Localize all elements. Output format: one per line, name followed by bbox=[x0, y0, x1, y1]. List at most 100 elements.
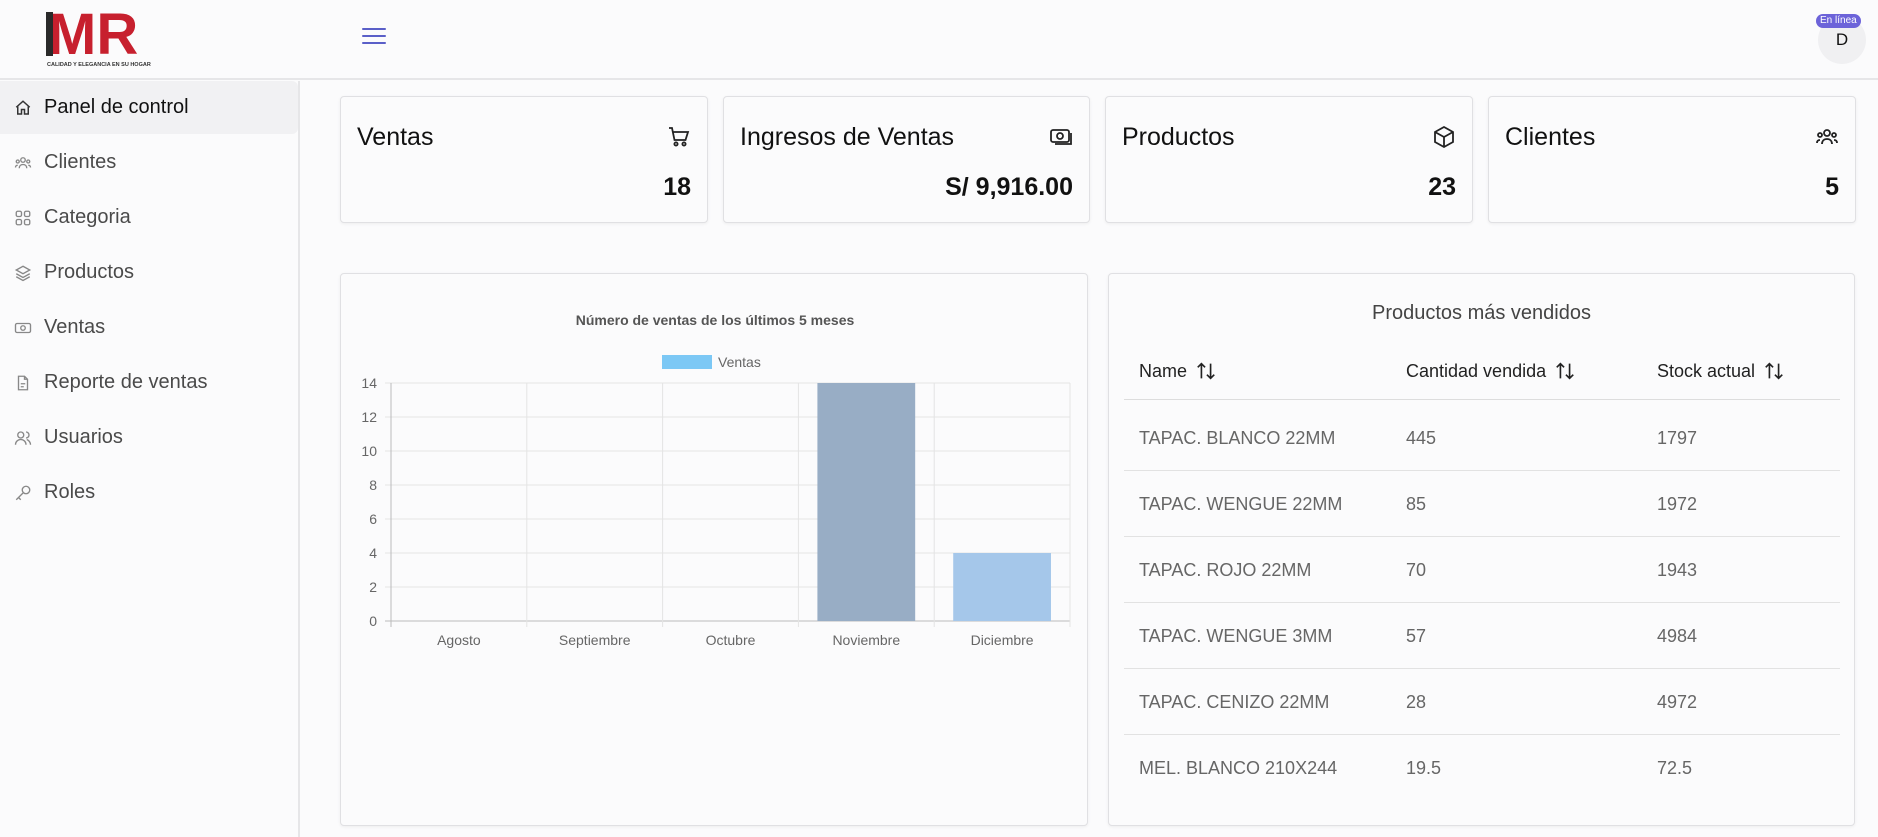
cell-quantity: 70 bbox=[1406, 560, 1427, 580]
chart-bar bbox=[817, 383, 916, 621]
stat-card-clientes: Clientes 5 bbox=[1488, 96, 1856, 223]
users-icon bbox=[14, 429, 32, 447]
sidebar-item-label: Productos bbox=[44, 261, 135, 283]
column-header-name[interactable]: Name bbox=[1139, 360, 1217, 382]
cell-name: TAPAC. BLANCO 22MM bbox=[1139, 428, 1336, 448]
status-badge: En línea bbox=[1816, 14, 1861, 28]
y-tick-label: 8 bbox=[369, 477, 377, 493]
sales-chart-panel: Número de ventas de los últimos 5 meses … bbox=[340, 273, 1088, 826]
chart-y-ticks: 0 2 4 6 8 10 12 14 bbox=[361, 375, 377, 629]
cell-stock: 4984 bbox=[1657, 626, 1698, 646]
cell-name: TAPAC. ROJO 22MM bbox=[1139, 560, 1312, 580]
sidebar-item-reporte-de-ventas[interactable]: Reporte de ventas bbox=[0, 356, 298, 409]
table-row[interactable]: TAPAC. CENIZO 22MM 28 4972 bbox=[1124, 669, 1840, 735]
sidebar: Panel de control Clientes Categoria Prod… bbox=[0, 81, 300, 837]
card-title: Productos bbox=[1122, 123, 1235, 151]
logo-tagline: CALIDAD Y ELEGANCIA EN SU HOGAR bbox=[47, 62, 151, 68]
legend-swatch bbox=[662, 355, 712, 369]
sort-icon bbox=[1765, 362, 1783, 380]
x-tick-label: Octubre bbox=[706, 632, 756, 648]
grid-icon bbox=[14, 209, 32, 227]
sidebar-item-label: Usuarios bbox=[44, 426, 123, 448]
card-value: S/ 9,916.00 bbox=[945, 173, 1073, 201]
y-tick-label: 12 bbox=[361, 409, 377, 425]
column-header-cantidad[interactable]: Cantidad vendida bbox=[1406, 360, 1576, 382]
sidebar-item-categoria[interactable]: Categoria bbox=[0, 191, 298, 244]
money-icon bbox=[1049, 125, 1073, 149]
chart-bar bbox=[953, 553, 1051, 621]
y-tick-label: 2 bbox=[369, 579, 377, 595]
sidebar-item-clientes[interactable]: Clientes bbox=[0, 136, 298, 189]
card-value: 18 bbox=[663, 173, 691, 201]
top-bar: MR CALIDAD Y ELEGANCIA EN SU HOGAR D En … bbox=[0, 0, 1878, 80]
sidebar-item-roles[interactable]: Roles bbox=[0, 466, 298, 519]
cell-quantity: 19.5 bbox=[1406, 758, 1442, 778]
cash-icon bbox=[14, 319, 32, 337]
cell-quantity: 57 bbox=[1406, 626, 1427, 646]
key-icon bbox=[14, 484, 32, 502]
cell-stock: 1943 bbox=[1657, 560, 1698, 580]
sidebar-item-label: Ventas bbox=[44, 316, 106, 338]
cell-quantity: 28 bbox=[1406, 692, 1427, 712]
y-tick-label: 6 bbox=[369, 511, 377, 527]
sidebar-item-productos[interactable]: Productos bbox=[0, 246, 298, 299]
sidebar-item-ventas[interactable]: Ventas bbox=[0, 301, 298, 354]
top-products-panel: Productos más vendidos Name Cantidad ven… bbox=[1108, 273, 1855, 826]
chart-title: Número de ventas de los últimos 5 meses bbox=[576, 312, 855, 328]
card-title: Ventas bbox=[357, 123, 434, 151]
stat-card-productos: Productos 23 bbox=[1105, 96, 1473, 223]
file-report-icon bbox=[14, 374, 32, 392]
cell-name: TAPAC. WENGUE 3MM bbox=[1139, 626, 1333, 646]
brand-logo[interactable]: MR CALIDAD Y ELEGANCIA EN SU HOGAR bbox=[44, 2, 158, 70]
y-tick-label: 14 bbox=[361, 375, 377, 391]
sidebar-item-label: Categoria bbox=[44, 206, 131, 228]
sidebar-item-label: Panel de control bbox=[44, 96, 189, 118]
x-tick-label: Agosto bbox=[437, 632, 481, 648]
sidebar-item-label: Roles bbox=[44, 481, 96, 503]
cell-stock: 1797 bbox=[1657, 428, 1698, 448]
cell-stock: 4972 bbox=[1657, 692, 1698, 712]
column-header-stock[interactable]: Stock actual bbox=[1657, 360, 1785, 382]
x-tick-label: Noviembre bbox=[832, 632, 900, 648]
hamburger-icon[interactable] bbox=[362, 28, 386, 48]
card-value: 5 bbox=[1825, 173, 1839, 201]
y-tick-label: 10 bbox=[361, 443, 377, 459]
sidebar-item-label: Reporte de ventas bbox=[44, 371, 208, 393]
column-header-label: Stock actual bbox=[1657, 360, 1756, 381]
cell-quantity: 445 bbox=[1406, 428, 1437, 448]
table-row[interactable]: TAPAC. BLANCO 22MM 445 1797 bbox=[1124, 405, 1840, 471]
card-value: 23 bbox=[1428, 173, 1456, 201]
sidebar-item-usuarios[interactable]: Usuarios bbox=[0, 411, 298, 464]
y-tick-label: 0 bbox=[369, 613, 377, 629]
stat-card-ingresos: Ingresos de Ventas S/ 9,916.00 bbox=[723, 96, 1090, 223]
box-icon bbox=[1432, 125, 1456, 149]
cell-name: TAPAC. CENIZO 22MM bbox=[1139, 692, 1330, 712]
users-group-icon bbox=[1815, 125, 1839, 149]
table-row[interactable]: TAPAC. WENGUE 3MM 57 4984 bbox=[1124, 603, 1840, 669]
table-title: Productos más vendidos bbox=[1371, 302, 1591, 324]
cell-name: MEL. BLANCO 210X244 bbox=[1139, 758, 1338, 778]
stat-card-ventas: Ventas 18 bbox=[340, 96, 708, 223]
sidebar-item-label: Clientes bbox=[44, 151, 117, 173]
cell-name: TAPAC. WENGUE 22MM bbox=[1139, 494, 1343, 514]
sidebar-item-panel-de-control[interactable]: Panel de control bbox=[0, 81, 298, 134]
x-tick-label: Septiembre bbox=[559, 632, 631, 648]
legend-label: Ventas bbox=[718, 354, 761, 370]
card-title: Clientes bbox=[1505, 123, 1596, 151]
sort-icon bbox=[1556, 362, 1574, 380]
home-icon bbox=[14, 99, 32, 117]
column-header-label: Name bbox=[1139, 360, 1188, 381]
column-header-label: Cantidad vendida bbox=[1406, 360, 1547, 381]
sales-bar-chart: Número de ventas de los últimos 5 meses … bbox=[361, 312, 1071, 648]
y-tick-label: 4 bbox=[369, 545, 377, 561]
layers-icon bbox=[14, 264, 32, 282]
table-row[interactable]: TAPAC. ROJO 22MM 70 1943 bbox=[1124, 537, 1840, 603]
chart-x-ticks: Agosto Septiembre Octubre Noviembre Diciembr… bbox=[437, 632, 1034, 648]
table-row[interactable]: TAPAC. WENGUE 22MM 85 1972 bbox=[1124, 471, 1840, 537]
table-row[interactable]: MEL. BLANCO 210X244 19.5 72.5 bbox=[1124, 735, 1840, 801]
card-title: Ingresos de Ventas bbox=[740, 123, 955, 151]
cell-stock: 72.5 bbox=[1657, 758, 1693, 778]
sort-icon bbox=[1197, 362, 1215, 380]
cart-icon bbox=[667, 125, 691, 149]
cell-stock: 1972 bbox=[1657, 494, 1698, 514]
